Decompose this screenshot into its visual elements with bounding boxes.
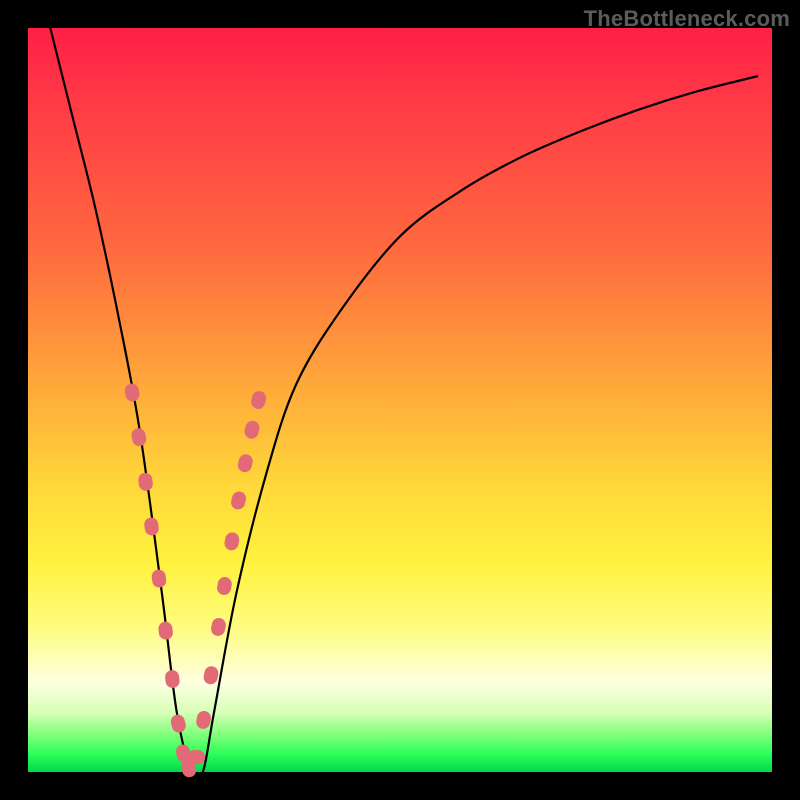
data-marker xyxy=(164,669,180,689)
watermark-text: TheBottleneck.com xyxy=(584,6,790,32)
data-marker xyxy=(158,621,174,641)
data-marker xyxy=(216,576,233,596)
data-marker xyxy=(202,665,219,685)
curve-layer xyxy=(50,28,757,779)
data-marker xyxy=(236,453,254,474)
data-marker xyxy=(151,569,167,589)
chart-overlay xyxy=(28,28,772,772)
data-marker xyxy=(137,472,153,492)
data-marker xyxy=(210,617,227,637)
data-marker xyxy=(169,713,187,734)
data-marker xyxy=(250,390,268,411)
data-marker xyxy=(143,517,159,537)
marker-layer xyxy=(124,382,268,778)
data-marker xyxy=(243,419,261,440)
data-marker xyxy=(187,750,205,764)
data-marker xyxy=(230,490,248,511)
data-marker xyxy=(223,531,240,551)
data-marker xyxy=(195,710,212,730)
data-marker xyxy=(124,382,141,402)
chart-frame: TheBottleneck.com xyxy=(0,0,800,800)
data-marker xyxy=(130,427,147,447)
bottleneck-curve xyxy=(50,28,757,779)
